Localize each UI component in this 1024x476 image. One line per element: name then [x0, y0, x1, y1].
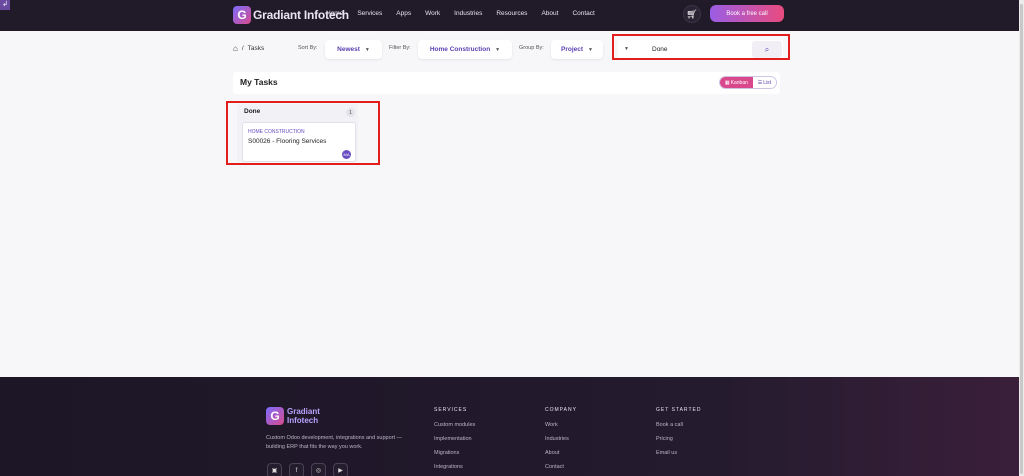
footer-link[interactable]: About	[545, 450, 635, 456]
list-view-button[interactable]: ☰ List	[752, 77, 776, 88]
nav-link-contact[interactable]: Contact	[572, 10, 594, 17]
chevron-down-icon: ▼	[495, 46, 501, 53]
nav-link-services[interactable]: Services	[357, 10, 382, 17]
chevron-down-icon: ▼	[364, 46, 370, 53]
facebook-icon[interactable]: f	[289, 463, 304, 476]
logo-mark-icon: G	[233, 6, 251, 24]
footer-col-title: GET STARTED	[656, 407, 702, 413]
nav-link-about[interactable]: About	[541, 10, 558, 17]
footer-link[interactable]: Work	[545, 422, 635, 428]
footer-link[interactable]: Custom modules	[434, 422, 524, 428]
kanban-icon: ▦	[724, 79, 730, 86]
site-footer: G Gradiant Infotech Custom Odoo developm…	[0, 377, 1019, 476]
breadcrumb: ⌂ / Tasks	[233, 44, 264, 53]
tasks-header: My Tasks ▦ Kanban ☰ List	[233, 72, 780, 94]
footer-brand[interactable]: G Gradiant Infotech	[266, 407, 349, 425]
filter-value: Home Construction	[429, 46, 491, 53]
footer-link[interactable]: Implementation	[434, 436, 524, 442]
nav-link-work[interactable]: Work	[425, 10, 440, 17]
footer-link[interactable]: Email us	[656, 450, 746, 456]
footer-link[interactable]: Book a call	[656, 422, 746, 428]
footer-brand-name: Gradiant Infotech	[287, 407, 320, 425]
page-title: My Tasks	[240, 77, 278, 87]
nav-link-apps[interactable]: Apps	[396, 10, 411, 17]
group-label: Group By:	[519, 45, 544, 51]
youtube-icon[interactable]: ▶	[333, 463, 348, 476]
instagram-icon[interactable]: ◎	[311, 463, 326, 476]
highlight-box-search	[612, 34, 790, 60]
top-navbar: ↲ G Gradiant Infotech Home Services Apps…	[0, 0, 1019, 31]
page-scrollbar[interactable]	[1019, 0, 1024, 476]
kanban-view-button[interactable]: ▦ Kanban	[720, 77, 753, 88]
filter-label: Filter By:	[389, 45, 411, 51]
nav-link-industries[interactable]: Industries	[454, 10, 482, 17]
footer-description: Custom Odoo development, integrations an…	[266, 435, 403, 450]
footer-col-company: COMPANY Work Industries About Contact	[545, 407, 635, 476]
breadcrumb-current: Tasks	[247, 45, 265, 52]
cart-icon: 🛒︎	[686, 8, 698, 19]
footer-col-get-started: GET STARTED Book a call Pricing Email us	[656, 407, 746, 464]
scrollbar-thumb[interactable]	[1020, 4, 1023, 474]
social-links: ▣ f ◎ ▶	[267, 463, 348, 476]
logo-mark-icon: G	[266, 407, 284, 425]
group-value: Project	[561, 46, 584, 53]
footer-link[interactable]: Industries	[545, 436, 635, 442]
sort-select[interactable]: Newest ▼	[325, 40, 382, 59]
group-select[interactable]: Project ▼	[551, 40, 603, 59]
chevron-down-icon: ▼	[588, 46, 593, 53]
nav-link-resources[interactable]: Resources	[496, 10, 527, 17]
footer-link[interactable]: Integrations	[434, 464, 524, 470]
nav-link-home[interactable]: Home	[326, 10, 343, 17]
debug-corner-icon[interactable]: ↲	[0, 0, 10, 10]
cart-button[interactable]: 🛒︎	[683, 5, 701, 23]
list-icon: ☰	[757, 79, 763, 86]
main-nav: Home Services Apps Work Industries Resou…	[326, 0, 595, 26]
save-icon[interactable]: ▣	[267, 463, 282, 476]
footer-link[interactable]: Migrations	[434, 450, 524, 456]
sort-value: Newest	[337, 46, 360, 53]
footer-col-title: COMPANY	[545, 407, 577, 413]
footer-col-title: SERVICES	[434, 407, 468, 413]
book-call-button[interactable]: Book a free call	[710, 5, 784, 22]
filter-select[interactable]: Home Construction ▼	[418, 40, 512, 59]
footer-link[interactable]: Pricing	[656, 436, 746, 442]
footer-link[interactable]: Contact	[545, 464, 635, 470]
view-toggle: ▦ Kanban ☰ List	[719, 76, 777, 89]
sort-label: Sort By:	[298, 45, 318, 51]
home-icon[interactable]: ⌂	[233, 44, 238, 53]
kanban-view-label: Kanban	[730, 79, 748, 86]
breadcrumb-separator: /	[241, 45, 244, 52]
highlight-box-kanban	[226, 101, 380, 165]
list-view-label: List	[763, 79, 772, 86]
footer-col-services: SERVICES Custom modules Implementation M…	[434, 407, 524, 476]
